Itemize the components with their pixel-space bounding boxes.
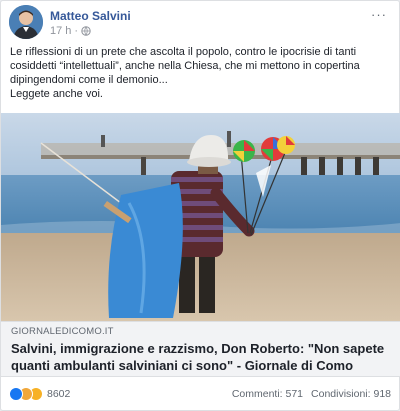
author-avatar[interactable] [9,5,43,39]
post-meta: 17 h · [50,25,91,37]
post-time[interactable]: 17 h [50,25,71,37]
shares-count[interactable]: Condivisioni: 918 [311,388,391,400]
link-headline[interactable]: Salvini, immigrazione e razzismo, Don Ro… [11,340,396,374]
engagement-counts: Commenti: 571 Condivisioni: 918 [232,388,391,400]
post-text-line: Le riflessioni di un prete che ascolta i… [10,46,357,58]
link-preview-image[interactable] [1,113,400,321]
reactions-summary[interactable]: 8602 [9,387,70,401]
post-text-line: dipingendomi come il demonio... [10,74,168,86]
post-footer: 8602 Commenti: 571 Condivisioni: 918 [9,385,391,405]
post-text-line: cosiddetti “intellettuali”, anche nella … [10,60,360,72]
facebook-post: Matteo Salvini 17 h · ··· Le riflessioni… [0,0,400,411]
more-options-button[interactable]: ··· [371,7,387,22]
comments-count[interactable]: Commenti: 571 [232,388,303,400]
author-name[interactable]: Matteo Salvini [50,9,131,23]
reaction-count: 8602 [47,388,71,400]
post-text: Le riflessioni di un prete che ascolta i… [10,45,390,101]
link-domain: GIORNALEDICOMO.IT [11,326,114,337]
dot-separator: · [74,25,79,37]
post-text-line: Leggete anche voi. [10,88,103,100]
link-preview[interactable]: GIORNALEDICOMO.IT Salvini, immigrazione … [1,321,400,377]
like-reaction-icon [9,387,23,401]
post-header: Matteo Salvini 17 h · ··· [9,5,391,39]
globe-icon [81,26,91,36]
